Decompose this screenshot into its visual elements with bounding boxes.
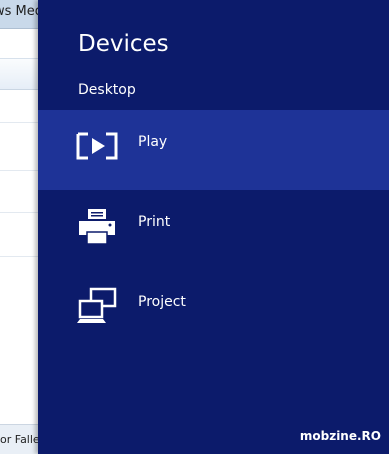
section-heading: Desktop: [78, 82, 136, 98]
play-to-icon: [76, 132, 118, 160]
device-item-play[interactable]: Play: [38, 110, 389, 190]
watermark: mobzine.RO: [299, 429, 381, 443]
device-item-label: Project: [138, 294, 186, 310]
project-icon: [77, 287, 117, 323]
background-window-title: ws Med: [0, 4, 44, 19]
device-item-label: Play: [138, 134, 168, 150]
device-item-label: Print: [138, 214, 171, 230]
pane-title: Devices: [78, 31, 169, 57]
device-item-project[interactable]: Project: [38, 270, 389, 350]
device-item-print[interactable]: Print: [38, 190, 389, 270]
printer-icon: [79, 209, 115, 245]
devices-charm-pane: Devices Desktop Play Print Project mobzi…: [38, 0, 389, 454]
